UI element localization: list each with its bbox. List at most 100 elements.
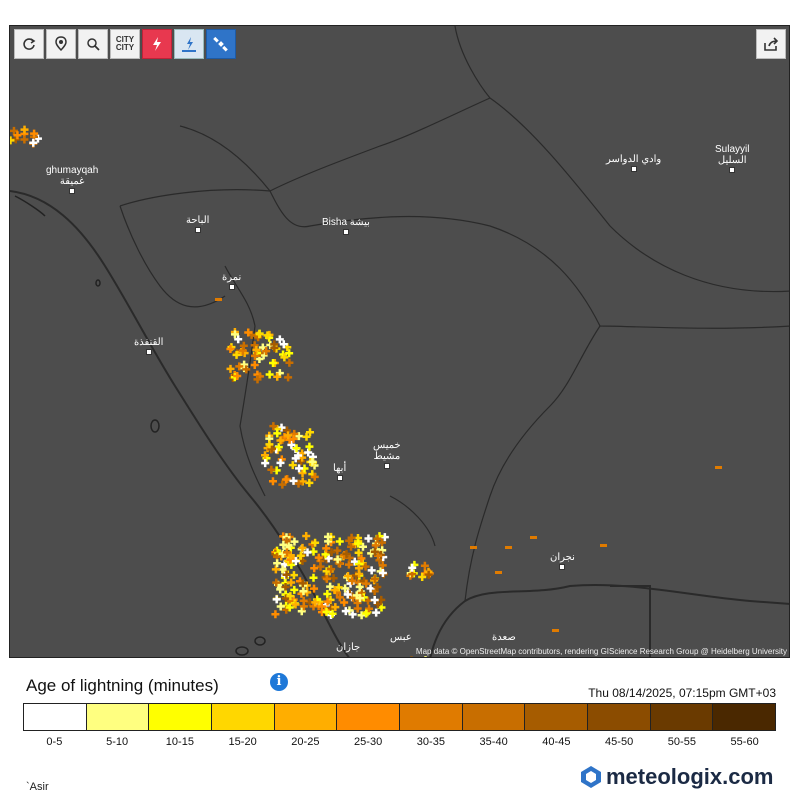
scale-label: 30-35 [416,736,445,748]
lightning-strike [267,465,276,474]
lightning-map[interactable]: CITY CITY ghumayqah غميقة الباحة Bisha ب… [9,25,790,658]
brand-name: meteologix.com [606,764,774,789]
scale-label: 15-20 [228,736,257,748]
city-toggle-button[interactable]: CITY CITY [110,29,140,59]
scale-swatch [462,704,526,730]
scale-label: 5-10 [106,736,129,748]
place-al-baha: الباحة [186,215,209,233]
map-borders [10,26,789,657]
lightning-strike [20,125,29,134]
locate-button[interactable] [46,29,76,59]
place-abs: عبس [390,632,412,643]
lightning-strike [305,478,314,487]
scale-swatch [337,704,401,730]
info-icon[interactable]: i [270,673,288,691]
scale-label: 0-5 [46,736,63,748]
lightning-strike [505,546,512,549]
lightning-strike [470,546,477,549]
lightning-strike [372,608,381,617]
refresh-button[interactable] [14,29,44,59]
lightning-strike [715,466,722,469]
place-najran: نجران [550,552,575,570]
lightning-strike [215,298,222,301]
satellite-icon [213,36,228,52]
zoom-button[interactable] [78,29,108,59]
place-saada: صعدة [492,632,516,643]
scale-swatch [212,704,275,730]
lightning-strike [273,429,282,438]
lightning-strike [271,565,280,574]
lightning-strike [271,610,280,619]
lightning-strike [10,136,15,145]
location-pin-icon [55,36,67,52]
lightning-strike [343,571,352,580]
lightning-strike [364,534,373,543]
meteologix-logo-icon [581,766,601,788]
lightning-strike [340,598,349,607]
legend-title: Age of lightning (minutes) [26,676,219,695]
lightning-strike [310,584,319,593]
place-khamis-mushait: خميس مشيط [373,440,401,469]
zoom-icon [87,38,100,51]
scale-label: 45-50 [605,736,634,748]
region-label: `Asir [26,781,49,793]
place-jazan: جازان [336,642,361,653]
scale-swatch [713,704,776,730]
lightning-icon [153,37,161,51]
lightning-strike [265,370,274,379]
lightning-strike [272,595,281,604]
lightning-strike [20,135,29,144]
scale-label: 20-25 [291,736,320,748]
lightning-strike [322,574,331,583]
scale-swatch [86,704,150,730]
age-scale-labels: 0-5 5-10 10-15 15-20 20-25 25-30 30-35 35-40 40-… [23,736,776,748]
scale-label: 10-15 [165,736,194,748]
share-icon [764,37,779,51]
place-sulayyil: Sulayyil السليل [715,144,749,173]
thunderstorm-icon [182,37,196,52]
thunderstorm-layer-button[interactable] [174,29,204,59]
lightning-strike [29,138,38,147]
lightning-strike [370,574,379,583]
brand-logo[interactable]: meteologix.com [580,764,773,790]
share-button[interactable] [756,29,786,59]
lightning-strike [226,364,235,373]
lightning-strike [261,459,270,468]
lightning-strike [284,373,293,382]
satellite-layer-button[interactable] [206,29,236,59]
lightning-strike [250,361,259,370]
age-color-scale [23,703,776,731]
lightning-strike [287,578,296,587]
lightning-layer-button[interactable] [142,29,172,59]
scale-swatch [400,704,463,730]
lightning-strike [305,442,314,451]
map-toolbar: CITY CITY [14,29,236,59]
lightning-strike [600,544,607,547]
scale-swatch [149,704,213,730]
scale-swatch [588,704,651,730]
lightning-strike [333,546,342,555]
lightning-strike [268,477,277,486]
city-toggle-icon: CITY CITY [115,35,135,52]
lightning-strike [495,571,502,574]
lightning-strike [302,532,311,541]
place-al-qunfudhah: القنفذة [134,337,163,355]
refresh-icon [23,38,36,50]
place-abha: أبها [333,463,346,481]
scale-label: 40-45 [542,736,571,748]
place-bisha: Bisha بيشة [322,217,370,235]
place-namira: نمرة [222,272,241,290]
lightning-strike [530,536,537,539]
place-wadi-al-dawasir: وادي الدواسر [606,154,661,172]
scale-swatch [24,704,87,730]
place-ghumayqah: ghumayqah غميقة [46,165,98,194]
lightning-strike [410,656,413,657]
scale-label: 25-30 [354,736,383,748]
lightning-strike [273,559,282,568]
lightning-strike [552,629,559,632]
scale-label: 55-60 [730,736,759,748]
scale-swatch [525,704,589,730]
timestamp: Thu 08/14/2025, 07:15pm GMT+03 [588,686,776,700]
lightning-strike [285,358,294,367]
lightning-strike [309,573,318,582]
